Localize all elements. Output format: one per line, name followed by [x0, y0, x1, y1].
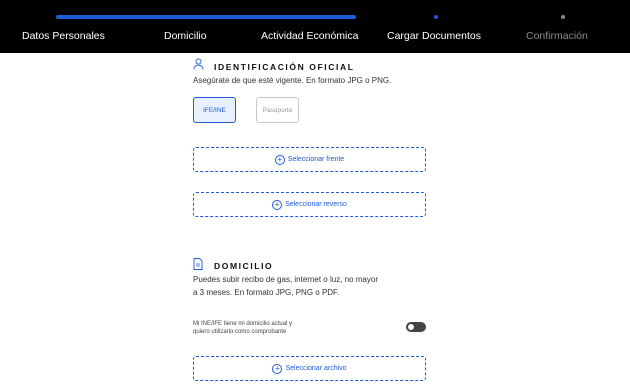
select-back-upload[interactable]: + Seleccionar reverso	[193, 192, 426, 217]
progress-current-dot	[434, 15, 438, 19]
domicilio-description-line1: Puedes subir recibo de gas, internet o l…	[193, 275, 378, 284]
progress-stepper: Datos Personales Domicilio Actividad Eco…	[0, 0, 630, 53]
use-ine-address-toggle[interactable]	[406, 322, 426, 332]
ife-ine-option-button[interactable]: IFE/INE	[193, 97, 236, 123]
step-domicilio[interactable]: Domicilio	[164, 30, 207, 42]
select-front-upload[interactable]: + Seleccionar frente	[193, 147, 426, 172]
progress-end-dot	[561, 15, 565, 19]
select-back-label: Seleccionar reverso	[285, 201, 347, 208]
domicilio-title: DOMICILIO	[214, 261, 274, 271]
select-file-label: Seleccionar archivo	[285, 365, 347, 372]
plus-circle-icon: +	[274, 154, 285, 165]
identificacion-title: IDENTIFICACIÓN OFICIAL	[214, 62, 355, 72]
use-ine-address-label-line2: quiero utilizarlo como comprobante	[193, 329, 287, 335]
step-confirmacion: Confirmación	[526, 30, 588, 42]
user-icon	[193, 57, 204, 75]
use-ine-address-label: Mi INE/IFE tiene mi domicilio actual y q…	[193, 320, 343, 336]
use-ine-address-label-line1: Mi INE/IFE tiene mi domicilio actual y	[193, 321, 293, 327]
toggle-knob	[408, 324, 414, 330]
domicilio-description-line2: a 3 meses. En formato JPG, PNG o PDF.	[193, 288, 340, 297]
identificacion-description: Asegúrate de que esté vigente. En format…	[193, 76, 392, 85]
step-datos-personales[interactable]: Datos Personales	[22, 30, 105, 42]
progress-fill	[56, 15, 357, 19]
select-file-upload[interactable]: + Seleccionar archivo	[193, 356, 426, 381]
step-actividad-economica[interactable]: Actividad Económica	[261, 30, 358, 42]
pasaporte-option-button[interactable]: Pasaporte	[256, 97, 299, 123]
progress-track	[56, 15, 436, 19]
select-front-label: Seleccionar frente	[287, 156, 345, 163]
plus-circle-icon: +	[272, 199, 283, 210]
step-cargar-documentos[interactable]: Cargar Documentos	[387, 30, 481, 42]
plus-circle-icon: +	[272, 363, 283, 374]
